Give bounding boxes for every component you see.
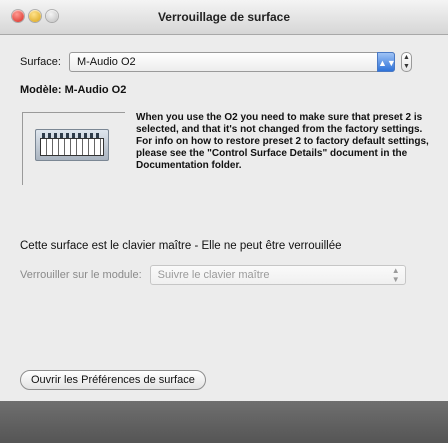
model-label: Modèle: M-Audio O2 <box>20 84 127 96</box>
window-title: Verrouillage de surface <box>157 10 291 24</box>
surface-select[interactable]: M-Audio O2 ▲▼ <box>68 52 396 72</box>
device-image-frame <box>22 112 125 185</box>
surface-selected-value: M-Audio O2 <box>76 56 136 68</box>
select-arrows-icon: ▲▼ <box>376 52 396 72</box>
keyboard-icon <box>35 129 109 161</box>
select-arrows-icon: ▲▼ <box>391 266 400 284</box>
lock-selected-value: Suivre le clavier maître <box>157 269 270 281</box>
open-surface-preferences-button[interactable]: Ouvrir les Préférences de surface <box>20 370 206 390</box>
lock-row: Verrouiller sur le module: Suivre le cla… <box>20 265 406 285</box>
device-description-text: When you use the O2 you need to make sur… <box>136 112 429 171</box>
surface-label: Surface: <box>20 56 61 68</box>
surface-row: Surface: M-Audio O2 ▲▼ ▲ ▼ <box>20 52 412 72</box>
bottom-bar <box>0 401 448 443</box>
lock-module-select[interactable]: Suivre le clavier maître ▲ ▼ <box>149 265 406 285</box>
title-bar: Verrouillage de surface <box>0 0 448 35</box>
surface-stepper[interactable]: ▲ ▼ <box>400 52 412 72</box>
device-description: When you use the O2 you need to make sur… <box>136 112 436 172</box>
lock-label: Verrouiller sur le module: <box>20 269 142 281</box>
master-keyboard-notice: Cette surface est le clavier maître - El… <box>20 240 342 252</box>
surface-lock-window: Verrouillage de surface Surface: M-Audio… <box>0 0 448 443</box>
